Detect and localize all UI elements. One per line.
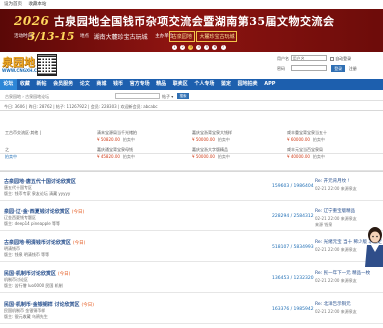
nav-item-personal[interactable]: 个人专场 <box>191 79 218 90</box>
login-button[interactable]: 登录 <box>331 65 346 72</box>
featured-item[interactable]: 嘉庆通宝背宝泉母钱 ¥ 45820.00 拍卖中 <box>97 137 189 171</box>
forum-moderators: 版主: 银元收藏 乌鸦先生 <box>4 314 48 319</box>
nav-item-member[interactable]: 会员服务 <box>50 79 77 90</box>
divider <box>0 110 383 111</box>
nav-item-joint[interactable]: 联卖区 <box>169 79 191 90</box>
banner-dot-active[interactable]: 3 <box>188 45 194 50</box>
forum-row: 泉园·辽·金·西夏钱讨论欣赏区 (今日) 辽金西夏钱专题区 版主: deep14 … <box>0 205 383 231</box>
set-homepage-link[interactable]: 设为首页 <box>4 2 22 7</box>
forum-counts: 136453 / 1232320 <box>272 276 314 281</box>
nav-item-mall[interactable]: 商城 <box>93 79 110 90</box>
banner-date-label: 活动时间 <box>14 34 32 39</box>
main-nav: 论坛 收藏 新帖 会员服务 论文 商城 钱币 官方专场 精品 联卖区 个人专场 鉴定 园地拍卖 APP <box>0 79 383 90</box>
mascot-icon[interactable] <box>363 225 383 267</box>
forum-row: 古泉园地·明清钱币讨论欣赏区 (今日) 明清钱币 版主: 钱泉 明清钱币 等等 5… <box>0 236 383 262</box>
forum-moderators: 版主: 钱泉 明清钱币 等等 <box>4 252 50 257</box>
last-post-title[interactable]: Re: 北洋告示铜元 <box>315 301 351 307</box>
last-post-meta: 02-21 22:00 来源泉友 <box>315 247 357 252</box>
banner-dot[interactable]: 6 <box>212 45 218 50</box>
nav-item-papers[interactable]: 论文 <box>76 79 93 90</box>
forum-counts: 163376 / 1985942 <box>272 307 314 312</box>
forum-counts: 228294 / 2584312 <box>272 214 314 219</box>
featured-row: 之 拍卖中 嘉庆通宝背宝泉母钱 ¥ 45820.00 拍卖中 嘉庆宝浙大字版精品 … <box>0 137 383 171</box>
forum-moderators: 版主: 钱币专家 泉友论坛 清藏 yyyyy <box>4 191 71 196</box>
site-header: 泉园地 WWW.CNGXH.COM 用户名 自动登录 密码 登录 注册 <box>0 52 383 79</box>
banner-host-label: 主办单位 <box>155 34 174 39</box>
search-button[interactable]: 搜索 <box>177 93 189 99</box>
featured-item[interactable]: 之 拍卖中 <box>5 137 97 171</box>
nav-item-new[interactable]: 新帖 <box>33 79 50 90</box>
login-form: 用户名 自动登录 密码 登录 注册 <box>277 55 367 75</box>
banner-dot[interactable]: 7 <box>220 45 226 50</box>
qr-code <box>37 54 57 76</box>
last-post-meta: 02-21 22:00 来源泉友 <box>315 186 357 191</box>
last-post-meta: 02-21 22:00 来源泉友 <box>315 309 357 314</box>
banner-dot[interactable]: 2 <box>180 45 186 50</box>
featured-item[interactable]: 嘉庆宝浙大字版精品 ¥ 50000.00 拍卖中 <box>192 137 284 171</box>
banner-cohost: 大麓珍宝古玩城 <box>196 31 238 42</box>
nav-item-appraisal[interactable]: 鉴定 <box>218 79 235 90</box>
banner-place: 湖南大麓珍宝古玩城 <box>93 34 148 41</box>
event-banner[interactable]: 2026 古泉园地全国钱币杂项交流会暨湖南第35届文物交流会 活动时间 3/13… <box>0 9 383 52</box>
forum-counts: 159603 / 1986404 <box>272 184 314 189</box>
forum-row: 民国·机制币·金银铜样 讨论欣赏区 (今日) 民国机制币 金银铜币样 版主: 银元… <box>0 298 383 324</box>
password-label: 密码 <box>277 66 285 71</box>
nav-item-auction[interactable]: 园地拍卖 <box>234 79 261 90</box>
last-post-author[interactable]: 来源 钱泉 <box>315 222 332 228</box>
register-link[interactable]: 注册 <box>349 66 357 71</box>
forum-row: 古泉园地·唐五代十国讨论欣赏区 唐五代十国专区 版主: 钱币专家 泉友论坛 清藏… <box>0 175 383 201</box>
autologin-checkbox[interactable]: 自动登录 <box>330 56 351 61</box>
forum-title[interactable]: 古泉园地·唐五代十国讨论欣赏区 <box>4 178 78 185</box>
nav-item-app[interactable]: APP <box>261 79 279 90</box>
banner-dot[interactable]: 1 <box>172 45 177 50</box>
forum-moderators: 版主: 苦行僧 luo0000 民国 机制 <box>4 283 63 288</box>
forum-title[interactable]: 民国·机制币讨论欣赏区 (今日) <box>4 270 70 277</box>
last-post-meta: 02-21 22:00 来源泉友 <box>315 278 357 283</box>
banner-dot[interactable]: 5 <box>204 45 210 50</box>
search-input[interactable] <box>115 93 160 99</box>
forum-title[interactable]: 泉园·辽·金·西夏钱讨论欣赏区 (今日) <box>4 208 84 215</box>
breadcrumb-bar: 古泉园地 › 古泉园地论坛 帖子 ▾ 搜索 <box>0 92 383 101</box>
banner-date: 3/13-15 <box>27 30 75 43</box>
last-post-title[interactable]: Re: 民一年下一元 精品一枚 <box>315 270 370 276</box>
bookmark-link[interactable]: 收藏本站 <box>28 2 46 7</box>
search-type-dropdown[interactable]: 帖子 ▾ <box>162 94 173 100</box>
nav-item-coins[interactable]: 钱币 <box>110 79 127 90</box>
password-input[interactable] <box>290 65 327 71</box>
forum-title[interactable]: 古泉园地·明清钱币讨论欣赏区 (今日) <box>4 239 85 246</box>
banner-host: 古泉园地 <box>168 31 195 42</box>
nav-item-official[interactable]: 官方专场 <box>126 79 153 90</box>
last-post-title[interactable]: Re: 开元背月纹 ! <box>315 178 349 184</box>
forum-moderators: 版主: deep14 pineapple 等等 <box>4 221 60 226</box>
banner-place-label: 地点 <box>80 34 90 39</box>
last-post-title[interactable]: Re: 辽宁重宝版精品 <box>315 208 355 214</box>
forum-row: 民国·机制币讨论欣赏区 (今日) 机制币讨论区 版主: 苦行僧 luo0000 民… <box>0 267 383 293</box>
username-label: 用户名 <box>277 56 289 61</box>
banner-dot[interactable]: 4 <box>196 45 202 50</box>
banner-title: 2026 古泉园地全国钱币杂项交流会暨湖南第35届文物交流会 <box>14 14 335 28</box>
banner-details: 活动时间 3/13-15 地点 湖南大麓珍宝古玩城 主办单位 古泉园地 大麓珍宝… <box>14 30 238 43</box>
topbar: 设为首页 收藏本站 <box>0 0 383 9</box>
featured-item[interactable]: 咸丰元宝当百宝泉局 ¥ 40000.00 拍卖中 <box>287 137 379 171</box>
username-input[interactable] <box>290 55 327 61</box>
nav-item-boutique[interactable]: 精品 <box>153 79 170 90</box>
breadcrumb[interactable]: 古泉园地 › 古泉园地论坛 <box>5 94 49 100</box>
nav-item-forum[interactable]: 论坛 <box>0 79 17 90</box>
nav-item-favorites[interactable]: 收藏 <box>17 79 34 90</box>
forum-title[interactable]: 民国·机制币·金银铜样 讨论欣赏区 (今日) <box>4 301 94 308</box>
forum-counts: 518107 / 5834993 <box>272 245 314 250</box>
banner-pagination: 1 2 3 4 5 6 7 <box>172 44 227 50</box>
